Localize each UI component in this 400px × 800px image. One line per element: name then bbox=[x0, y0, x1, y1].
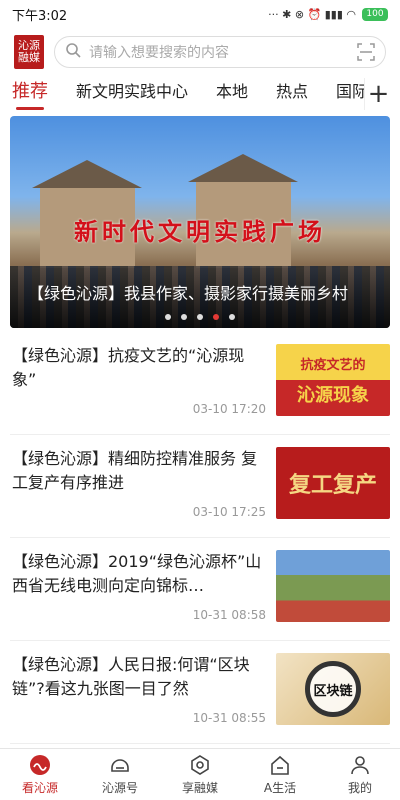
channel-tabs: 推荐 新文明实践中心 本地 热点 国际 bbox=[0, 76, 400, 112]
channel-icon bbox=[109, 754, 131, 776]
nav-mine[interactable]: 我的 bbox=[320, 749, 400, 800]
thumb-text: 复工复产 bbox=[288, 472, 377, 498]
search-icon bbox=[65, 42, 81, 62]
tab-civilization-center[interactable]: 新文明实践中心 bbox=[76, 76, 188, 112]
news-thumbnail[interactable]: 复工复产 bbox=[276, 447, 390, 519]
status-icons: ··· ✱ ⊗ ⏰ ▮▮▮ ◠ 100 bbox=[268, 7, 388, 21]
news-time: 03-10 17:20 bbox=[192, 402, 266, 416]
status-bar: 下午3:02 ··· ✱ ⊗ ⏰ ▮▮▮ ◠ 100 bbox=[0, 0, 400, 28]
carousel-dot[interactable] bbox=[229, 314, 235, 320]
banner-roof-left bbox=[32, 160, 142, 188]
nav-label: A生活 bbox=[263, 780, 297, 795]
news-list: 【绿色沁源】抗疫文艺的“沁源现象” 03-10 17:20 抗疫文艺的 沁源现象… bbox=[0, 332, 400, 744]
battery-icon: 100 bbox=[362, 7, 388, 21]
tab-hot[interactable]: 热点 bbox=[276, 76, 308, 112]
news-thumbnail[interactable]: 区块链 bbox=[276, 653, 390, 725]
nav-label: 沁源号 bbox=[101, 780, 138, 795]
carousel-dot[interactable] bbox=[165, 314, 171, 320]
user-icon bbox=[349, 754, 371, 776]
news-thumbnail[interactable]: 抗疫文艺的 沁源现象 bbox=[276, 344, 390, 416]
house-icon bbox=[269, 754, 291, 776]
nav-label: 我的 bbox=[347, 780, 372, 795]
home-icon bbox=[29, 754, 51, 776]
search-input[interactable]: 请输入想要搜索的内容 bbox=[89, 42, 349, 62]
nav-a-life[interactable]: A生活 bbox=[240, 749, 320, 800]
news-time: 10-31 08:58 bbox=[192, 608, 266, 622]
news-thumbnail[interactable] bbox=[276, 550, 390, 622]
nav-kan-qinyuan[interactable]: 看沁源 bbox=[0, 749, 80, 800]
tab-recommend[interactable]: 推荐 bbox=[12, 76, 48, 112]
news-title[interactable]: 【绿色沁源】抗疫文艺的“沁源现象” bbox=[12, 344, 262, 392]
logo-text: 沁源 融媒 bbox=[18, 39, 40, 64]
banner-carousel[interactable]: 新时代文明实践广场 【绿色沁源】我县作家、摄影家行摄美丽乡村 bbox=[10, 116, 390, 328]
search-bar[interactable]: 请输入想要搜索的内容 bbox=[54, 36, 386, 68]
status-indicators: ··· ✱ ⊗ ⏰ ▮▮▮ ◠ bbox=[268, 7, 356, 21]
carousel-dots bbox=[10, 314, 390, 320]
nav-xiang-rongmei[interactable]: 享融媒 bbox=[160, 749, 240, 800]
scan-icon[interactable] bbox=[357, 43, 375, 61]
add-channel-icon[interactable]: + bbox=[364, 78, 392, 110]
news-title[interactable]: 【绿色沁源】人民日报:何谓“区块链”?看这九张图一目了然 bbox=[12, 653, 262, 701]
banner-caption[interactable]: 【绿色沁源】我县作家、摄影家行摄美丽乡村 bbox=[28, 280, 348, 304]
carousel-dot[interactable] bbox=[181, 314, 187, 320]
nav-label: 享融媒 bbox=[181, 780, 218, 795]
news-title[interactable]: 【绿色沁源】精细防控精准服务 复工复产有序推进 bbox=[12, 447, 262, 495]
tab-local[interactable]: 本地 bbox=[216, 76, 248, 112]
media-icon bbox=[189, 754, 211, 776]
nav-label: 看沁源 bbox=[21, 780, 58, 795]
news-item[interactable]: 【绿色沁源】抗疫文艺的“沁源现象” 03-10 17:20 抗疫文艺的 沁源现象 bbox=[10, 332, 390, 435]
thumb-text-top: 抗疫文艺的 bbox=[300, 357, 366, 373]
news-item[interactable]: 【绿色沁源】精细防控精准服务 复工复产有序推进 03-10 17:25 复工复产 bbox=[10, 435, 390, 538]
thumb-text-bottom: 沁源现象 bbox=[297, 384, 369, 406]
nav-qinyuan-hao[interactable]: 沁源号 bbox=[80, 749, 160, 800]
status-time: 下午3:02 bbox=[12, 8, 68, 24]
news-time: 03-10 17:25 bbox=[192, 505, 266, 519]
carousel-dot-active[interactable] bbox=[213, 314, 219, 320]
thumb-text: 区块链 bbox=[313, 683, 353, 699]
app-header: 沁源 融媒 请输入想要搜索的内容 bbox=[0, 30, 400, 74]
carousel-dot[interactable] bbox=[197, 314, 203, 320]
app-logo[interactable]: 沁源 融媒 bbox=[14, 35, 44, 69]
bottom-nav: 看沁源 沁源号 享融媒 A生活 我的 bbox=[0, 748, 400, 800]
news-item[interactable]: 【绿色沁源】2019“绿色沁源杯”山西省无线电测向定向锦标… 10-31 08:… bbox=[10, 538, 390, 641]
news-time: 10-31 08:55 bbox=[192, 711, 266, 725]
banner-sign-text: 新时代文明实践广场 bbox=[74, 218, 326, 246]
news-item[interactable]: 【绿色沁源】人民日报:何谓“区块链”?看这九张图一目了然 10-31 08:55… bbox=[10, 641, 390, 744]
magnifier-icon: 区块链 bbox=[305, 661, 361, 717]
news-title[interactable]: 【绿色沁源】2019“绿色沁源杯”山西省无线电测向定向锦标… bbox=[12, 550, 262, 598]
banner-roof-right bbox=[188, 154, 298, 182]
